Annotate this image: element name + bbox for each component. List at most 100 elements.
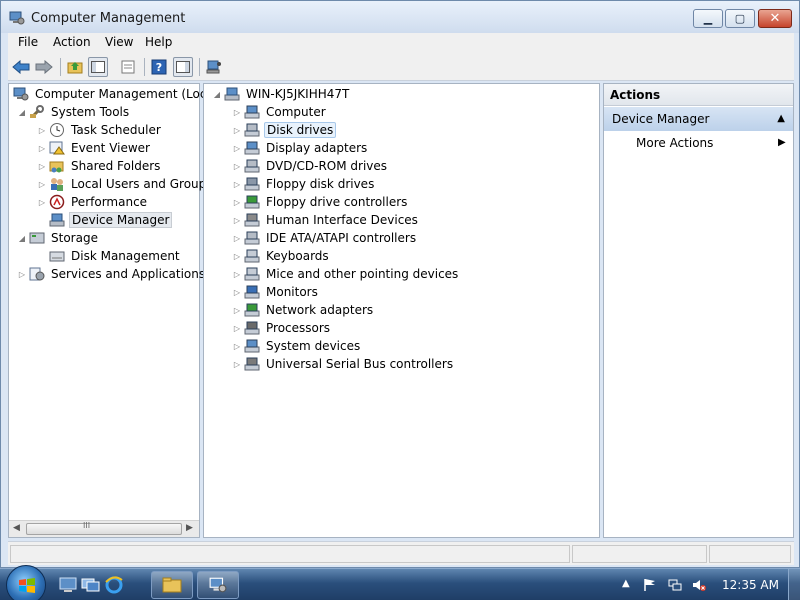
device-category-item[interactable]: ▷ Processors xyxy=(232,319,332,337)
tree-item-shared-folders[interactable]: ▷ Shared Folders xyxy=(37,157,162,175)
forward-arrow-icon xyxy=(35,60,53,74)
expand-arrow-icon[interactable]: ▷ xyxy=(37,144,47,153)
tree-label: Performance xyxy=(71,195,148,209)
device-category-item[interactable]: ▷ Floppy disk drives xyxy=(232,175,376,193)
tree-label: IDE ATA/ATAPI controllers xyxy=(266,231,417,245)
scroll-left-icon[interactable]: ◀ xyxy=(13,523,20,533)
collapse-arrow-icon[interactable]: ◢ xyxy=(17,108,27,117)
keyboard-icon xyxy=(244,248,260,264)
collapse-arrow-icon[interactable]: ◢ xyxy=(17,234,27,243)
expand-arrow-icon[interactable]: ▷ xyxy=(232,126,242,135)
tree-item-storage[interactable]: ◢ Storage xyxy=(17,229,100,247)
volume-muted-icon[interactable] xyxy=(692,578,706,592)
expand-arrow-icon[interactable]: ▷ xyxy=(232,108,242,117)
expand-arrow-icon[interactable]: ▷ xyxy=(232,234,242,243)
device-category-item[interactable]: ▷ Keyboards xyxy=(232,247,331,265)
expand-arrow-icon[interactable]: ▷ xyxy=(232,252,242,261)
expand-arrow-icon[interactable]: ▷ xyxy=(37,198,47,207)
tree-label: Human Interface Devices xyxy=(266,213,418,227)
tree-label: Services and Applications xyxy=(51,267,206,281)
expand-arrow-icon[interactable]: ▷ xyxy=(17,270,27,279)
menu-view[interactable]: View xyxy=(105,35,133,49)
device-category-item[interactable]: ▷ Human Interface Devices xyxy=(232,211,420,229)
scrollbar-thumb[interactable] xyxy=(26,523,182,535)
device-category-item[interactable]: ▷ Universal Serial Bus controllers xyxy=(232,355,455,373)
up-level-button[interactable] xyxy=(65,57,85,77)
more-actions-link[interactable]: More Actions xyxy=(636,136,713,150)
show-desktop-button[interactable] xyxy=(788,569,800,600)
expand-arrow-icon[interactable]: ▷ xyxy=(232,270,242,279)
device-category-item[interactable]: ▷ Monitors xyxy=(232,283,320,301)
back-button[interactable] xyxy=(11,57,31,77)
switch-windows-icon[interactable] xyxy=(81,576,101,594)
expand-arrow-icon[interactable]: ▷ xyxy=(232,180,242,189)
title-bar[interactable]: Computer Management ▁ ▢ ✕ xyxy=(1,1,799,33)
menu-help[interactable]: Help xyxy=(145,35,172,49)
status-bar xyxy=(8,541,794,565)
internet-explorer-icon[interactable] xyxy=(104,576,124,594)
collapse-arrow-icon[interactable]: ◢ xyxy=(212,90,222,99)
tree-item-disk-management[interactable]: Disk Management xyxy=(37,247,182,265)
properties-button[interactable] xyxy=(118,57,138,77)
expand-arrow-icon[interactable]: ▷ xyxy=(232,144,242,153)
close-icon: ✕ xyxy=(769,11,781,26)
device-category-item[interactable]: ▷ DVD/CD-ROM drives xyxy=(232,157,389,175)
show-hide-console-tree-button[interactable] xyxy=(88,57,108,77)
forward-button[interactable] xyxy=(34,57,54,77)
show-hide-action-pane-button[interactable] xyxy=(173,57,193,77)
device-category-item[interactable]: ▷ Disk drives xyxy=(232,121,337,139)
tree-item-task-scheduler[interactable]: ▷ Task Scheduler xyxy=(37,121,163,139)
show-desktop-quicklaunch-icon[interactable] xyxy=(58,576,78,594)
device-category-item[interactable]: ▷ Computer xyxy=(232,103,328,121)
close-button[interactable]: ✕ xyxy=(758,9,792,28)
collapse-up-icon[interactable]: ▲ xyxy=(777,113,785,124)
tree-item-computer-root[interactable]: ◢ WIN-KJ5JKIHH47T xyxy=(212,85,351,103)
horizontal-scrollbar[interactable]: ◀ III ▶ xyxy=(9,520,199,537)
expand-arrow-icon[interactable]: ▷ xyxy=(232,360,242,369)
device-category-item[interactable]: ▷ Display adapters xyxy=(232,139,369,157)
action-center-flag-icon[interactable] xyxy=(643,578,657,592)
tree-item-device-manager[interactable]: Device Manager xyxy=(37,211,173,229)
device-category-item[interactable]: ▷ IDE ATA/ATAPI controllers xyxy=(232,229,418,247)
tree-item-event-viewer[interactable]: ▷ Event Viewer xyxy=(37,139,152,157)
floppy-controller-icon xyxy=(244,194,260,210)
minimize-button[interactable]: ▁ xyxy=(693,9,723,28)
tree-item-services-and-applications[interactable]: ▷ Services and Applications xyxy=(17,265,207,283)
expand-arrow-icon[interactable]: ▷ xyxy=(232,288,242,297)
taskbar-explorer-button[interactable] xyxy=(151,571,193,599)
expand-arrow-icon[interactable]: ▷ xyxy=(232,306,242,315)
menu-action[interactable]: Action xyxy=(53,35,91,49)
submenu-arrow-icon[interactable]: ▶ xyxy=(778,137,786,148)
expand-arrow-icon[interactable]: ▷ xyxy=(37,162,47,171)
scan-hardware-button[interactable] xyxy=(204,57,224,77)
system-clock[interactable]: 12:35 AM xyxy=(722,578,779,592)
help-button[interactable]: ? xyxy=(149,57,169,77)
expand-arrow-icon[interactable]: ▷ xyxy=(232,342,242,351)
tree-label: Event Viewer xyxy=(71,141,150,155)
device-manager-pane[interactable]: ◢ WIN-KJ5JKIHH47T ▷ Computer ▷ Disk drives ▷… xyxy=(203,83,600,538)
scroll-right-icon[interactable]: ▶ xyxy=(186,523,193,533)
expand-arrow-icon[interactable]: ▷ xyxy=(232,198,242,207)
maximize-button[interactable]: ▢ xyxy=(725,9,755,28)
device-category-item[interactable]: ▷ Network adapters xyxy=(232,301,375,319)
device-category-item[interactable]: ▷ System devices xyxy=(232,337,362,355)
expand-arrow-icon[interactable]: ▷ xyxy=(37,126,47,135)
tree-item-system-tools[interactable]: ◢ System Tools xyxy=(17,103,131,121)
expand-arrow-icon[interactable]: ▷ xyxy=(232,324,242,333)
taskbar-computer-management-button[interactable] xyxy=(197,571,239,599)
expand-arrow-icon[interactable]: ▷ xyxy=(232,216,242,225)
network-icon[interactable] xyxy=(668,578,682,592)
device-category-item[interactable]: ▷ Floppy drive controllers xyxy=(232,193,409,211)
start-button[interactable] xyxy=(6,565,46,600)
show-hidden-icons-icon[interactable]: ▲ xyxy=(622,578,630,589)
tree-item-local-users-and-groups[interactable]: ▷ Local Users and Groups xyxy=(37,175,215,193)
tree-item-computer-management[interactable]: Computer Management (Local xyxy=(11,85,219,103)
tree-label: DVD/CD-ROM drives xyxy=(266,159,388,173)
tree-item-performance[interactable]: ▷ Performance xyxy=(37,193,149,211)
device-category-item[interactable]: ▷ Mice and other pointing devices xyxy=(232,265,460,283)
expand-arrow-icon[interactable]: ▷ xyxy=(37,180,47,189)
expand-arrow-icon[interactable]: ▷ xyxy=(232,162,242,171)
menu-file[interactable]: File xyxy=(18,35,38,49)
console-tree-pane[interactable]: Computer Management (Local ◢ System Tool… xyxy=(8,83,217,538)
actions-section-device-manager[interactable]: Device Manager ▲ xyxy=(604,107,793,131)
